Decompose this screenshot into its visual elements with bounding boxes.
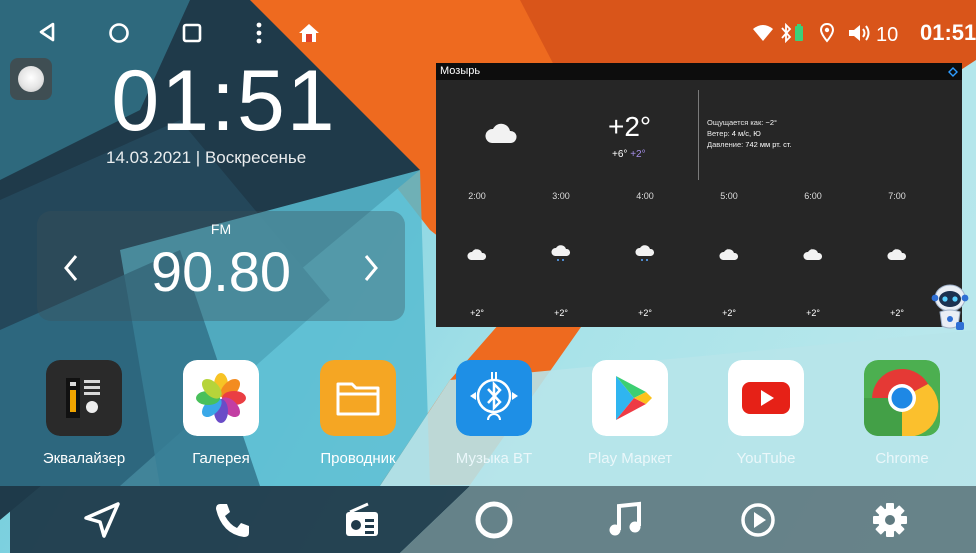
navigation-icon[interactable] — [80, 498, 124, 542]
cloudy-night-icon — [467, 248, 487, 260]
home-circle-icon[interactable] — [472, 498, 516, 542]
rain-cloud-icon — [551, 245, 571, 261]
feels-like-label: Ощущается как: — [707, 118, 764, 127]
music-note-icon[interactable] — [604, 498, 648, 542]
bottom-dock — [10, 486, 976, 553]
bluetooth-music-icon — [456, 360, 532, 436]
cloudy-night-icon — [719, 248, 739, 260]
pressure-value: 742 мм рт. ст. — [745, 140, 792, 149]
forecast-time: 5:00 — [720, 191, 738, 201]
play-store-icon — [592, 360, 668, 436]
forecast-temp: +2° — [722, 308, 736, 318]
wind-label: Ветер: — [707, 129, 730, 138]
cloudy-night-icon — [803, 248, 823, 260]
feels-like-value: −2° — [765, 118, 777, 127]
forecast-temp: +2° — [890, 308, 904, 318]
app-gallery[interactable]: Галерея — [153, 360, 289, 475]
weather-current-temp: +2° — [608, 111, 652, 142]
cloudy-night-icon — [887, 248, 907, 260]
wind-value: 4 м/с, Ю — [731, 129, 761, 138]
rain-cloud-icon — [635, 245, 655, 261]
bluetooth-icon — [781, 23, 792, 43]
forecast-temp: +2° — [554, 308, 568, 318]
app-file-manager[interactable]: Проводник — [290, 360, 426, 475]
refresh-icon[interactable] — [948, 67, 958, 77]
forecast-temp: +2° — [470, 308, 484, 318]
volume-icon — [849, 25, 870, 41]
app-chrome[interactable]: Chrome — [834, 360, 970, 475]
weather-header: Мозырь — [436, 63, 962, 80]
app-label: Play Маркет — [587, 450, 673, 467]
app-label: Галерея — [192, 450, 250, 467]
phone-icon[interactable] — [210, 498, 254, 542]
forecast-time: 2:00 — [468, 191, 486, 201]
fm-radio-widget[interactable]: FM 90.80 — [37, 211, 405, 321]
settings-gear-icon[interactable] — [868, 498, 912, 542]
house-icon[interactable] — [298, 22, 320, 44]
radio-band: FM — [210, 221, 232, 237]
forecast-time: 6:00 — [804, 191, 822, 201]
wifi-icon — [753, 25, 773, 41]
app-label: Музыка BT — [455, 450, 533, 467]
weather-high: +6° — [612, 149, 628, 160]
status-bar: 10 01:51 — [10, 10, 976, 54]
app-youtube[interactable]: YouTube — [698, 360, 834, 475]
forecast-time: 7:00 — [888, 191, 906, 201]
weather-high-low: +6° +2° — [612, 149, 646, 160]
pressure-label: Давление: — [707, 140, 744, 149]
volume-level: 10 — [876, 24, 899, 46]
gallery-icon — [183, 360, 259, 436]
video-play-icon[interactable] — [736, 498, 780, 542]
weather-city: Мозырь — [440, 65, 481, 77]
folder-icon — [320, 360, 396, 436]
radio-prev-icon[interactable] — [61, 253, 81, 283]
clock-widget-time[interactable]: 01:51 — [104, 58, 344, 144]
app-label: Проводник — [320, 450, 396, 467]
weather-details: Ощущается как: −2° Ветер: 4 м/с, Ю Давле… — [707, 117, 792, 150]
radio-next-icon[interactable] — [361, 253, 381, 283]
forecast-time: 3:00 — [552, 191, 570, 201]
forecast-temp: +2° — [806, 308, 820, 318]
cloudy-night-icon — [485, 123, 517, 143]
app-label: Эквалайзер — [42, 450, 126, 467]
forecast-temp: +2° — [638, 308, 652, 318]
equalizer-icon — [46, 360, 122, 436]
chrome-icon — [864, 360, 940, 436]
location-icon — [820, 23, 834, 43]
youtube-icon — [728, 360, 804, 436]
app-play-store[interactable]: Play Маркет — [562, 360, 698, 475]
floating-assist-button[interactable] — [10, 58, 52, 100]
home-circle-icon[interactable] — [108, 22, 130, 44]
battery-icon — [795, 24, 803, 41]
recents-icon[interactable] — [182, 23, 202, 43]
weather-divider — [698, 90, 699, 180]
radio-frequency: 90.80 — [150, 240, 292, 303]
back-icon[interactable] — [38, 22, 56, 42]
app-bt-music[interactable]: Музыка BT — [426, 360, 562, 475]
forecast-time: 4:00 — [636, 191, 654, 201]
weather-low: +2° — [630, 149, 646, 160]
more-vert-icon[interactable] — [256, 22, 262, 44]
voice-assistant-robot-icon[interactable] — [930, 282, 970, 334]
radio-icon[interactable] — [340, 498, 384, 542]
weather-widget[interactable]: Мозырь +2° +6° +2° Ощущается как: −2° Ве… — [436, 63, 962, 327]
clock-widget-date: 14.03.2021 | Воскресенье — [106, 148, 307, 167]
assist-button-knob — [18, 66, 44, 92]
app-label: YouTube — [736, 450, 796, 467]
status-time: 01:51 — [920, 20, 976, 45]
app-label: Chrome — [875, 450, 929, 467]
app-equalizer[interactable]: Эквалайзер — [16, 360, 152, 475]
